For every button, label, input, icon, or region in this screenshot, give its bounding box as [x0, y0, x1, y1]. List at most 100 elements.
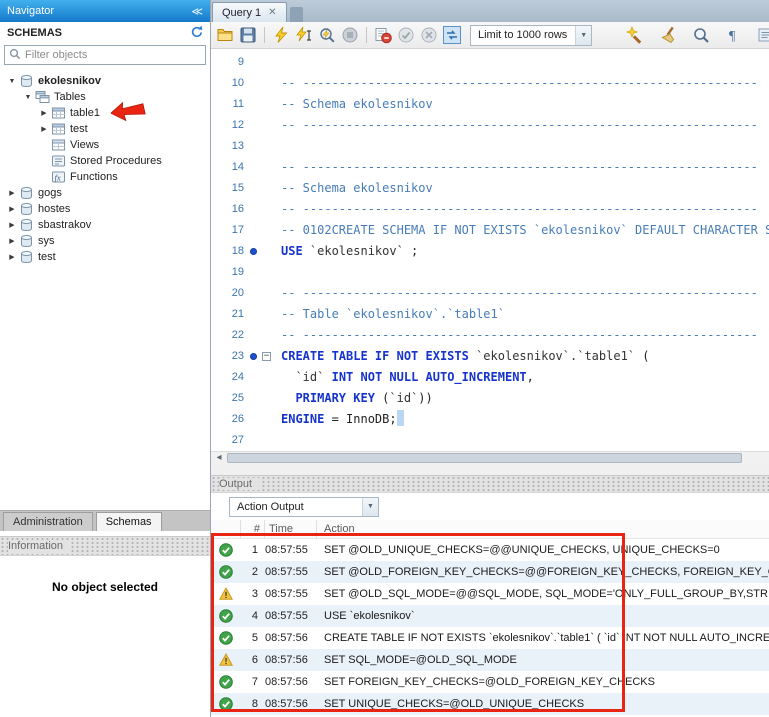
commit-icon[interactable] — [396, 25, 416, 45]
expander-icon[interactable]: ▼ — [6, 78, 18, 85]
code-line-27[interactable]: 27 — [211, 430, 769, 451]
tab-schemas[interactable]: Schemas — [96, 512, 162, 531]
pilcrow-icon[interactable]: ¶ — [724, 25, 744, 45]
code-line-13[interactable]: 13 — [211, 136, 769, 157]
code-line-15[interactable]: 15-- Schema ekolesnikov — [211, 178, 769, 199]
table-icon — [50, 122, 67, 136]
expander-icon[interactable]: ▶ — [6, 189, 18, 197]
information-header-label: Information — [8, 540, 69, 552]
success-icon — [211, 609, 241, 623]
code-line-12[interactable]: 12-- -----------------------------------… — [211, 115, 769, 136]
horizontal-scrollbar[interactable]: ◂ — [211, 451, 769, 465]
views-icon — [50, 138, 67, 152]
expander-icon[interactable]: ▶ — [38, 125, 50, 133]
code-line-10[interactable]: 10-- -----------------------------------… — [211, 73, 769, 94]
clean-icon[interactable] — [658, 25, 678, 45]
svg-text:¶: ¶ — [729, 29, 736, 44]
tree-item-tables[interactable]: ▼Tables — [0, 89, 210, 105]
tree-item-table1[interactable]: ▶table1 — [0, 105, 210, 121]
code-line-26[interactable]: 26ENGINE = InnoDB; — [211, 409, 769, 430]
output-view-dropdown[interactable]: Action Output ▼ — [229, 497, 379, 517]
navigator-titlebar: Navigator ≪ — [0, 0, 210, 22]
sql-editor[interactable]: 910-- ----------------------------------… — [211, 49, 769, 451]
tree-item-test[interactable]: ▶test — [0, 121, 210, 137]
code-text: -- -------------------------------------… — [281, 157, 758, 178]
execute-bolt-icon[interactable] — [271, 25, 291, 45]
line-number: 17 — [211, 220, 244, 241]
scrollbar-thumb[interactable] — [227, 453, 742, 463]
find-icon[interactable] — [691, 25, 711, 45]
code-text: ENGINE = InnoDB; — [281, 409, 404, 430]
tab-query-1[interactable]: Query 1 ✕ — [212, 2, 287, 22]
explain-icon[interactable] — [317, 25, 337, 45]
statement-marker-icon — [250, 353, 257, 360]
output-row-4[interactable]: 408:57:55USE `ekolesnikov` — [211, 605, 769, 627]
expander-icon[interactable]: ▼ — [22, 94, 34, 101]
tree-item-ekolesnikov[interactable]: ▼ekolesnikov — [0, 73, 210, 89]
chevron-down-icon: ▼ — [362, 498, 378, 516]
code-fold-icon[interactable]: − — [262, 352, 271, 361]
panel-splitter[interactable] — [211, 465, 769, 475]
code-line-24[interactable]: 24 `id` INT NOT NULL AUTO_INCREMENT, — [211, 367, 769, 388]
code-line-11[interactable]: 11-- Schema ekolesnikov — [211, 94, 769, 115]
code-line-19[interactable]: 19 — [211, 262, 769, 283]
tab-administration[interactable]: Administration — [3, 512, 93, 531]
expander-icon[interactable]: ▶ — [6, 221, 18, 229]
output-row-5[interactable]: 508:57:56CREATE TABLE IF NOT EXISTS `eko… — [211, 627, 769, 649]
schema-tree: ▼ekolesnikov▼Tables▶table1▶testViewsStor… — [0, 68, 210, 265]
selection-highlight — [397, 410, 404, 426]
index-column-header: # — [241, 520, 265, 538]
output-row-8[interactable]: 808:57:56SET UNIQUE_CHECKS=@OLD_UNIQUE_C… — [211, 693, 769, 715]
tree-item-gogs[interactable]: ▶gogs — [0, 185, 210, 201]
output-row-1[interactable]: 108:57:55SET @OLD_UNIQUE_CHECKS=@@UNIQUE… — [211, 539, 769, 561]
beautify-icon[interactable] — [625, 25, 645, 45]
code-line-14[interactable]: 14-- -----------------------------------… — [211, 157, 769, 178]
code-line-16[interactable]: 16-- -----------------------------------… — [211, 199, 769, 220]
code-line-23[interactable]: 23−CREATE TABLE IF NOT EXISTS `ekolesnik… — [211, 346, 769, 367]
wrap-icon[interactable] — [757, 25, 769, 45]
row-time: 08:57:56 — [265, 698, 317, 710]
status-column-header — [211, 520, 241, 538]
close-tab-icon[interactable]: ✕ — [268, 8, 276, 18]
save-icon[interactable] — [238, 25, 258, 45]
expander-icon[interactable]: ▶ — [6, 253, 18, 261]
tree-item-hostes[interactable]: ▶hostes — [0, 201, 210, 217]
code-line-25[interactable]: 25 PRIMARY KEY (`id`)) — [211, 388, 769, 409]
autocommit-icon[interactable] — [442, 25, 462, 45]
output-row-2[interactable]: 208:57:55SET @OLD_FOREIGN_KEY_CHECKS=@@F… — [211, 561, 769, 583]
output-toolbar: Action Output ▼ — [211, 493, 769, 520]
output-row-7[interactable]: 708:57:56SET FOREIGN_KEY_CHECKS=@OLD_FOR… — [211, 671, 769, 693]
stop-on-error-icon[interactable] — [373, 25, 393, 45]
output-view-label: Action Output — [237, 501, 304, 513]
code-line-18[interactable]: 18USE `ekolesnikov` ; — [211, 241, 769, 262]
open-folder-icon[interactable] — [215, 25, 235, 45]
expander-icon[interactable]: ▶ — [38, 109, 50, 117]
tree-item-views[interactable]: Views — [0, 137, 210, 153]
rollback-icon[interactable] — [419, 25, 439, 45]
row-action: SET SQL_MODE=@OLD_SQL_MODE — [317, 654, 769, 666]
code-line-21[interactable]: 21-- Table `ekolesnikov`.`table1` — [211, 304, 769, 325]
schema-filter-input[interactable]: Filter objects — [4, 45, 206, 65]
code-line-9[interactable]: 9 — [211, 52, 769, 73]
tree-item-stored-procedures[interactable]: Stored Procedures — [0, 153, 210, 169]
tree-item-test[interactable]: ▶test — [0, 249, 210, 265]
code-line-22[interactable]: 22-- -----------------------------------… — [211, 325, 769, 346]
scroll-left-icon[interactable]: ◂ — [213, 452, 225, 464]
row-index: 7 — [241, 676, 265, 688]
tree-item-functions[interactable]: fxFunctions — [0, 169, 210, 185]
tree-item-sbastrakov[interactable]: ▶sbastrakov — [0, 217, 210, 233]
expander-icon[interactable]: ▶ — [6, 237, 18, 245]
collapse-panel-icon[interactable]: ≪ — [191, 5, 203, 18]
expander-icon[interactable]: ▶ — [6, 205, 18, 213]
output-row-6[interactable]: 608:57:56SET SQL_MODE=@OLD_SQL_MODE — [211, 649, 769, 671]
success-icon — [211, 543, 241, 557]
execute-current-icon[interactable] — [294, 25, 314, 45]
refresh-schemas-icon[interactable] — [189, 25, 203, 41]
output-row-3[interactable]: 308:57:55SET @OLD_SQL_MODE=@@SQL_MODE, S… — [211, 583, 769, 605]
limit-rows-dropdown[interactable]: Limit to 1000 rows▼ — [470, 25, 592, 46]
stop-icon[interactable] — [340, 25, 360, 45]
code-line-17[interactable]: 17-- 0102CREATE SCHEMA IF NOT EXISTS `ek… — [211, 220, 769, 241]
code-line-20[interactable]: 20-- -----------------------------------… — [211, 283, 769, 304]
tree-item-sys[interactable]: ▶sys — [0, 233, 210, 249]
schema-icon — [18, 250, 35, 264]
